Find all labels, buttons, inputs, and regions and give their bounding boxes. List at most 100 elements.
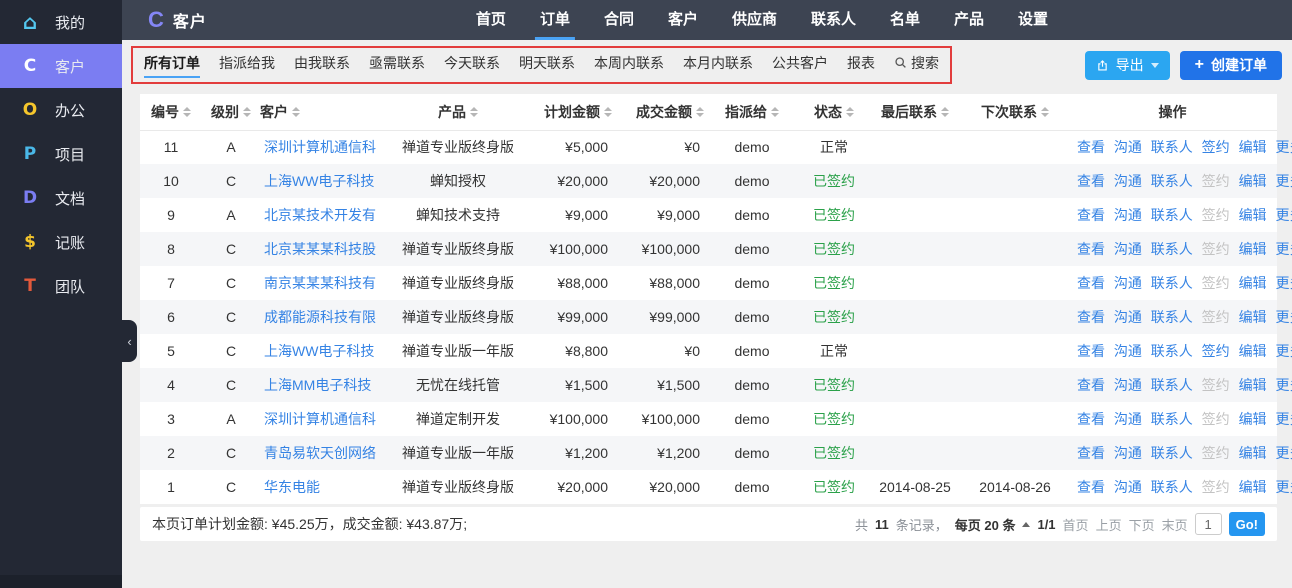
column-header[interactable]: 最后联系 [868, 94, 962, 131]
filter-tab[interactable]: 明天联系 [519, 53, 575, 78]
more-link[interactable]: 更多 [1275, 343, 1292, 359]
communicate-link[interactable]: 沟通 [1114, 377, 1142, 393]
customer-link[interactable]: 青岛易软天创网络 [264, 445, 376, 461]
column-header[interactable]: 下次联系 [962, 94, 1068, 131]
filter-tab[interactable]: 所有订单 [144, 53, 200, 78]
sidebar-item[interactable]: T 团队 [0, 264, 122, 308]
more-link[interactable]: 更多 [1275, 411, 1292, 427]
edit-link[interactable]: 编辑 [1239, 479, 1267, 495]
customer-link[interactable]: 北京某某某科技股 [264, 241, 376, 257]
filter-tab[interactable]: 公共客户 [772, 53, 828, 78]
sidebar-item[interactable]: C 客户 [0, 44, 122, 88]
sidebar-collapse-handle[interactable]: ‹ [122, 320, 137, 362]
column-header[interactable]: 操作 [1068, 94, 1277, 131]
more-link[interactable]: 更多 [1275, 377, 1292, 393]
sign-link[interactable]: 签约 [1202, 343, 1230, 359]
column-header[interactable]: 成交金额 [612, 94, 704, 131]
view-link[interactable]: 查看 [1077, 173, 1105, 189]
contact-link[interactable]: 联系人 [1151, 343, 1193, 359]
customer-link[interactable]: 深圳计算机通信科 [264, 411, 376, 427]
page-number-input[interactable] [1194, 513, 1222, 535]
contact-link[interactable]: 联系人 [1151, 479, 1193, 495]
sort-icon[interactable] [604, 107, 612, 117]
filter-tab[interactable]: 由我联系 [294, 53, 350, 78]
sign-link[interactable]: 签约 [1202, 241, 1230, 257]
more-link[interactable]: 更多 [1275, 309, 1292, 325]
next-page-link[interactable]: 下页 [1129, 515, 1155, 534]
sidebar-item[interactable]: O 办公 [0, 88, 122, 132]
column-header[interactable]: 级别 [202, 94, 260, 131]
customer-link[interactable]: 成都能源科技有限 [264, 309, 376, 325]
sort-icon[interactable] [846, 107, 854, 117]
view-link[interactable]: 查看 [1077, 139, 1105, 155]
communicate-link[interactable]: 沟通 [1114, 343, 1142, 359]
view-link[interactable]: 查看 [1077, 309, 1105, 325]
contact-link[interactable]: 联系人 [1151, 445, 1193, 461]
sort-icon[interactable] [696, 107, 704, 117]
view-link[interactable]: 查看 [1077, 207, 1105, 223]
prev-page-link[interactable]: 上页 [1096, 515, 1122, 534]
contact-link[interactable]: 联系人 [1151, 377, 1193, 393]
customer-link[interactable]: 南京某某某科技有 [264, 275, 376, 291]
communicate-link[interactable]: 沟通 [1114, 207, 1142, 223]
communicate-link[interactable]: 沟通 [1114, 139, 1142, 155]
sign-link[interactable]: 签约 [1202, 377, 1230, 393]
edit-link[interactable]: 编辑 [1239, 445, 1267, 461]
communicate-link[interactable]: 沟通 [1114, 173, 1142, 189]
edit-link[interactable]: 编辑 [1239, 173, 1267, 189]
last-page-link[interactable]: 末页 [1162, 515, 1188, 534]
column-header[interactable]: 产品 [392, 94, 524, 131]
sort-icon[interactable] [470, 107, 478, 117]
sort-icon[interactable] [941, 107, 949, 117]
nav-item[interactable]: 联系人 [811, 0, 856, 40]
filter-tab[interactable]: 亟需联系 [369, 53, 425, 78]
nav-item[interactable]: 客户 [668, 0, 698, 40]
sign-link[interactable]: 签约 [1202, 309, 1230, 325]
sidebar-item[interactable]: P 项目 [0, 132, 122, 176]
edit-link[interactable]: 编辑 [1239, 139, 1267, 155]
filter-tab[interactable]: 报表 [847, 53, 875, 78]
edit-link[interactable]: 编辑 [1239, 275, 1267, 291]
sort-icon[interactable] [771, 107, 779, 117]
per-page-caret-icon[interactable] [1022, 521, 1031, 527]
first-page-link[interactable]: 首页 [1063, 515, 1089, 534]
view-link[interactable]: 查看 [1077, 343, 1105, 359]
column-header[interactable]: 指派给 [704, 94, 800, 131]
contact-link[interactable]: 联系人 [1151, 309, 1193, 325]
column-header[interactable]: 编号 [140, 94, 202, 131]
contact-link[interactable]: 联系人 [1151, 139, 1193, 155]
nav-item[interactable]: 产品 [954, 0, 984, 40]
nav-item[interactable]: 供应商 [732, 0, 777, 40]
customer-link[interactable]: 深圳计算机通信科 [264, 139, 376, 155]
communicate-link[interactable]: 沟通 [1114, 411, 1142, 427]
more-link[interactable]: 更多 [1275, 241, 1292, 257]
export-button[interactable]: 导出 [1084, 50, 1170, 80]
customer-link[interactable]: 华东电能 [264, 479, 320, 495]
edit-link[interactable]: 编辑 [1239, 207, 1267, 223]
customer-link[interactable]: 北京某技术开发有 [264, 207, 376, 223]
edit-link[interactable]: 编辑 [1239, 241, 1267, 257]
more-link[interactable]: 更多 [1275, 445, 1292, 461]
communicate-link[interactable]: 沟通 [1114, 275, 1142, 291]
filter-tab[interactable]: 今天联系 [444, 53, 500, 78]
sign-link[interactable]: 签约 [1202, 139, 1230, 155]
sort-icon[interactable] [1041, 107, 1049, 117]
sign-link[interactable]: 签约 [1202, 445, 1230, 461]
app-logo[interactable]: C 客户 [148, 7, 207, 33]
column-header[interactable]: 计划金额 [524, 94, 612, 131]
contact-link[interactable]: 联系人 [1151, 207, 1193, 223]
customer-link[interactable]: 上海MM电子科技 [264, 377, 371, 393]
communicate-link[interactable]: 沟通 [1114, 479, 1142, 495]
sidebar-item[interactable]: ⌂ 我的 [0, 0, 122, 44]
create-order-button[interactable]: + 创建订单 [1179, 50, 1282, 80]
nav-item[interactable]: 首页 [476, 0, 506, 40]
column-header[interactable]: 状态 [800, 94, 868, 131]
go-button[interactable]: Go! [1228, 512, 1265, 536]
contact-link[interactable]: 联系人 [1151, 275, 1193, 291]
more-link[interactable]: 更多 [1275, 275, 1292, 291]
edit-link[interactable]: 编辑 [1239, 309, 1267, 325]
column-header[interactable]: 客户 [260, 94, 392, 131]
communicate-link[interactable]: 沟通 [1114, 241, 1142, 257]
sort-icon[interactable] [243, 107, 251, 117]
sign-link[interactable]: 签约 [1202, 411, 1230, 427]
